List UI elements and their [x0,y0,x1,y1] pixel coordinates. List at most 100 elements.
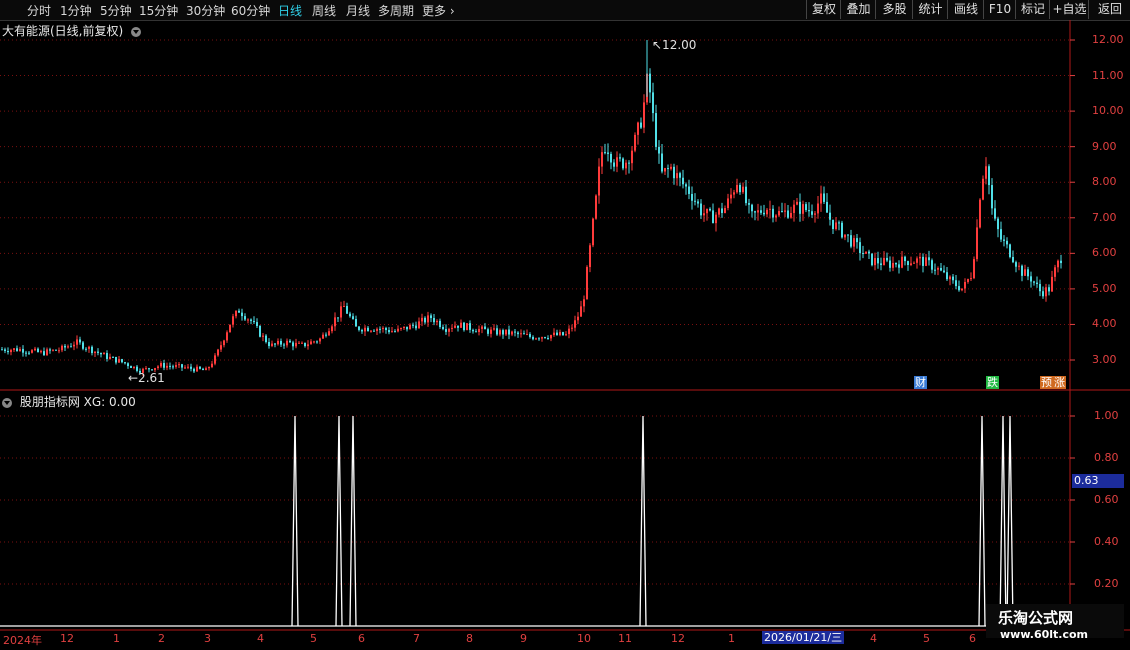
candle-body [1057,260,1059,268]
candle-body [52,349,54,351]
candle-body [748,203,750,205]
candle-body [526,334,528,336]
candle-body [307,344,309,347]
candle-body [82,342,84,349]
candle-body [922,256,924,266]
candle-body [379,328,381,330]
candle-body [49,349,51,351]
candle-body [232,316,234,325]
candle-body [520,333,522,335]
candle-body [457,325,459,328]
candle-body [850,235,852,247]
candle-body [217,349,219,356]
candle-body [340,306,342,318]
candle-body [256,322,258,326]
candle-body [292,342,294,347]
candle-body [811,211,813,215]
candle-body [826,201,828,213]
candle-body [523,333,525,335]
candle-body [973,259,975,279]
watermark-title: 乐淘公式网 [998,609,1074,627]
candle-body [799,201,801,214]
candle-body [970,278,972,280]
x-tick-label: 7 [413,632,420,645]
y-tick-label: 11.00 [1092,68,1124,82]
candle-body [205,368,207,371]
candle-body [682,177,684,185]
candle-body [316,341,318,343]
candle-body [373,330,375,332]
candle-body [664,168,666,172]
candle-body [37,348,39,353]
candle-body [301,342,303,344]
candle-body [334,317,336,327]
candle-body [127,363,129,367]
candle-body [841,222,843,238]
candle-body [148,368,150,370]
candle-body [463,322,465,331]
x-tick-label: 5 [923,632,930,645]
candle-body [394,331,396,333]
candle-body [616,157,618,167]
event-tag[interactable]: 财 [914,376,927,389]
candle-body [16,348,18,352]
candle-body [247,319,249,321]
event-tag[interactable]: 跌 [986,376,999,389]
candle-body [769,208,771,210]
y-tick-label: 4.00 [1092,317,1117,331]
candle-body [1,349,3,351]
candle-body [187,366,189,368]
candle-body [91,346,93,354]
x-tick-label: 10 [577,632,591,645]
candle-body [556,332,558,336]
candle-body [421,317,423,322]
candle-body [652,92,654,114]
candle-body [448,328,450,332]
x-tick-label: 12 [671,632,685,645]
candle-body [391,331,393,333]
candle-body [691,193,693,201]
y-tick-label: 6.00 [1092,246,1117,260]
candle-body [517,332,519,335]
x-tick-label: 6 [969,632,976,645]
candle-body [844,234,846,238]
current-value-badge: 0.63 [1072,474,1124,488]
candle-body [868,251,870,254]
candle-body [916,258,918,263]
candle-body [559,332,561,336]
candle-body [940,268,942,271]
candle-body [727,198,729,208]
candle-body [913,262,915,264]
candle-body [643,102,645,128]
candle-body [58,350,60,352]
candle-body [319,338,321,342]
candle-body [337,317,339,319]
candle-body [280,340,282,345]
chevron-down-icon[interactable] [2,397,12,408]
candle-body [31,350,33,353]
candle-body [613,162,615,167]
candle-body [967,279,969,282]
candle-body [430,315,432,319]
candle-body [88,346,90,349]
candle-body [169,365,171,367]
candle-body [1018,265,1020,267]
candle-body [931,260,933,270]
candle-body [46,349,48,356]
candle-body [838,222,840,224]
event-tag[interactable]: 预 [1040,376,1053,389]
candle-body [283,344,285,346]
candle-body [718,208,720,215]
candle-body [19,348,21,352]
candle-body [133,366,135,368]
event-tag[interactable]: 涨 [1053,376,1066,389]
candle-body [577,316,579,321]
candle-body [346,306,348,314]
signal-spike [978,415,986,627]
signal-spike [335,415,343,627]
candle-body [274,343,276,345]
candle-body [268,342,270,346]
candle-body [745,186,747,204]
candle-body [658,146,660,154]
candle-body [589,245,591,268]
